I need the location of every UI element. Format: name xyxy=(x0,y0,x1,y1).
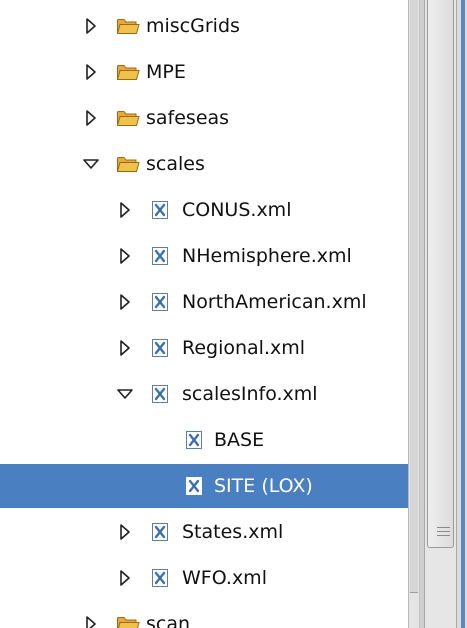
tree-item-wfo-xml[interactable]: WFO.xml xyxy=(0,556,408,600)
expand-arrow-icon[interactable] xyxy=(82,62,100,82)
vertical-scrollbar[interactable] xyxy=(424,0,457,628)
tree-item-miscgrids[interactable]: miscGrids xyxy=(0,4,408,48)
tree-item-label: NHemisphere.xml xyxy=(182,245,352,267)
xml-file-icon xyxy=(184,476,206,496)
tree-item-nhemisphere-xml[interactable]: NHemisphere.xml xyxy=(0,234,408,278)
xml-file-icon xyxy=(184,430,206,450)
expand-arrow-icon[interactable] xyxy=(82,614,100,628)
expand-arrow-icon[interactable] xyxy=(116,568,134,588)
file-tree: miscGrids MPE safeseas scales CONUS.xml NHemi… xyxy=(0,0,408,628)
expand-arrow-icon[interactable] xyxy=(82,16,100,36)
tree-item-regional-xml[interactable]: Regional.xml xyxy=(0,326,408,370)
expand-arrow-icon[interactable] xyxy=(116,200,134,220)
scrollbar-thumb[interactable] xyxy=(427,0,454,548)
tree-item-states-xml[interactable]: States.xml xyxy=(0,510,408,554)
xml-file-icon xyxy=(150,384,172,404)
scrollbar-grip-icon xyxy=(437,527,450,541)
xml-file-icon xyxy=(150,246,172,266)
tree-item-label: NorthAmerican.xml xyxy=(182,291,367,313)
xml-file-icon xyxy=(150,292,172,312)
expand-arrow-icon[interactable] xyxy=(116,522,134,542)
tree-item-conus-xml[interactable]: CONUS.xml xyxy=(0,188,408,232)
tree-item-label: SITE (LOX) xyxy=(214,475,313,497)
folder-icon xyxy=(116,614,140,628)
collapse-arrow-icon[interactable] xyxy=(116,384,134,404)
tree-item-label: scales xyxy=(146,153,205,175)
tree-item-label: CONUS.xml xyxy=(182,199,292,221)
tree-item-label: Regional.xml xyxy=(182,337,306,359)
folder-icon xyxy=(116,62,140,82)
tree-item-label: scalesInfo.xml xyxy=(182,383,318,405)
expand-arrow-icon[interactable] xyxy=(116,246,134,266)
adjacent-panel-strip xyxy=(461,0,465,628)
inner-scrollbar-track[interactable] xyxy=(410,0,418,628)
tree-item-label: scan xyxy=(146,613,191,628)
tree-item-northamerican-xml[interactable]: NorthAmerican.xml xyxy=(0,280,408,324)
expand-arrow-icon[interactable] xyxy=(116,338,134,358)
xml-file-icon xyxy=(150,568,172,588)
xml-file-icon xyxy=(150,522,172,542)
tree-item-label: BASE xyxy=(214,429,265,451)
inner-scrollbar-thumb[interactable] xyxy=(410,0,418,593)
tree-item-base[interactable]: BASE xyxy=(0,418,408,462)
folder-icon xyxy=(116,16,140,36)
folder-icon xyxy=(116,154,140,174)
tree-item-mpe[interactable]: MPE xyxy=(0,50,408,94)
expand-arrow-icon[interactable] xyxy=(116,292,134,312)
tree-item-label: WFO.xml xyxy=(182,567,267,589)
tree-item-site-lox[interactable]: SITE (LOX) xyxy=(0,464,408,508)
tree-item-label: safeseas xyxy=(146,107,230,129)
adjacent-panel-edge xyxy=(457,0,467,628)
tree-item-scan[interactable]: scan xyxy=(0,602,408,628)
inner-scrollbar[interactable] xyxy=(408,0,420,628)
tree-item-label: MPE xyxy=(146,61,186,83)
xml-file-icon xyxy=(150,338,172,358)
xml-file-icon xyxy=(150,200,172,220)
tree-item-scales[interactable]: scales xyxy=(0,142,408,186)
tree-item-label: miscGrids xyxy=(146,15,240,37)
expand-arrow-icon[interactable] xyxy=(82,108,100,128)
tree-item-label: States.xml xyxy=(182,521,284,543)
tree-item-scalesinfo-xml[interactable]: scalesInfo.xml xyxy=(0,372,408,416)
collapse-arrow-icon[interactable] xyxy=(82,154,100,174)
folder-icon xyxy=(116,108,140,128)
tree-item-safeseas[interactable]: safeseas xyxy=(0,96,408,140)
